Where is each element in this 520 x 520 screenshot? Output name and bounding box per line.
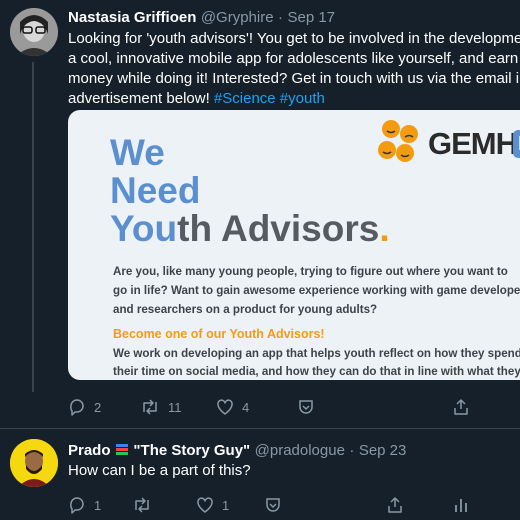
like-count: 4 bbox=[242, 399, 250, 415]
share-icon bbox=[454, 399, 468, 415]
gemh-lab-badge: LA bbox=[513, 130, 520, 158]
display-name[interactable]: Prado bbox=[68, 442, 111, 459]
emoji-faces-logo-icon bbox=[378, 120, 418, 162]
card-body-2: We work on developing an app that helps … bbox=[113, 345, 520, 380]
headline-you: You bbox=[110, 208, 178, 249]
moderate-action[interactable] bbox=[264, 496, 282, 514]
share-action[interactable] bbox=[386, 496, 404, 514]
avatar-portrait-icon bbox=[10, 439, 58, 487]
card-subheading: Become one of our Youth Advisors! bbox=[113, 327, 325, 341]
retweet-action[interactable] bbox=[132, 496, 152, 514]
headline-youth-advisors: Youth Advisors. bbox=[110, 208, 390, 250]
books-emoji-icon bbox=[115, 442, 129, 456]
display-name-suffix[interactable]: "The Story Guy" bbox=[133, 442, 250, 459]
thread-line bbox=[32, 62, 34, 392]
card-body-line: their time on social media, and how they… bbox=[113, 365, 520, 378]
gemh-logo-text: GEMH bbox=[428, 126, 518, 161]
tweet-text: How can I be a part of this? bbox=[68, 462, 251, 479]
tweet-text-fragment: advertisement below! bbox=[68, 90, 210, 107]
reply-icon bbox=[70, 399, 84, 416]
reply-count: 2 bbox=[94, 399, 102, 415]
reply-count: 1 bbox=[94, 497, 102, 513]
handle[interactable]: @pradologue bbox=[255, 442, 345, 459]
retweet-icon bbox=[143, 399, 157, 415]
display-name[interactable]: Nastasia Griffioen bbox=[68, 9, 196, 26]
separator: · bbox=[278, 9, 284, 26]
card-body: Are you, like many young people, trying … bbox=[113, 262, 520, 319]
reply-icon bbox=[70, 497, 84, 514]
like-count: 1 bbox=[222, 497, 230, 513]
share-action[interactable] bbox=[452, 398, 470, 416]
like-action[interactable]: 1 bbox=[196, 496, 229, 514]
tweet-body: Looking for 'youth advisors'! You get to… bbox=[68, 29, 520, 109]
tweet-text-line: a cool, innovative mobile app for adoles… bbox=[68, 50, 519, 67]
headline-rest: th Advisors bbox=[177, 208, 380, 249]
tweet-date[interactable]: Sep 17 bbox=[287, 9, 335, 26]
tweet-divider bbox=[0, 428, 520, 429]
tweet-header: Prado "The Story Guy" @pradologue · Sep … bbox=[68, 442, 406, 460]
avatar-prado[interactable] bbox=[10, 439, 58, 487]
retweet-count: 11 bbox=[168, 399, 182, 415]
tweet-date[interactable]: Sep 23 bbox=[359, 442, 407, 459]
card-body-line: and researchers on a product for young a… bbox=[113, 303, 378, 316]
avatar-nastasia[interactable] bbox=[10, 8, 58, 56]
analytics-action[interactable] bbox=[452, 496, 470, 514]
tweet-text-line: money while doing it! Interested? Get in… bbox=[68, 70, 520, 87]
headline-dot: . bbox=[379, 208, 390, 249]
shield-icon bbox=[266, 498, 280, 512]
reply-action[interactable]: 1 bbox=[68, 496, 101, 514]
avatar-portrait-icon bbox=[10, 8, 58, 56]
handle[interactable]: @Gryphire bbox=[201, 9, 274, 26]
card-body-line: We work on developing an app that helps … bbox=[113, 347, 520, 360]
card-body-line: go in life? Want to gain awesome experie… bbox=[113, 284, 520, 297]
card-body-line: Are you, like many young people, trying … bbox=[113, 265, 508, 278]
tweet-header: Nastasia Griffioen @Gryphire · Sep 17 bbox=[68, 9, 335, 27]
headline-need: Need bbox=[110, 170, 201, 211]
reply-action[interactable]: 2 bbox=[68, 398, 101, 416]
shield-icon bbox=[299, 400, 313, 414]
tweet-text-line: Looking for 'youth advisors'! You get to… bbox=[68, 30, 520, 47]
tweet-text-line: advertisement below! #Science #youth bbox=[68, 89, 520, 109]
retweet-icon bbox=[135, 497, 149, 513]
moderate-action[interactable] bbox=[297, 398, 315, 416]
analytics-icon bbox=[455, 499, 467, 512]
heart-icon bbox=[217, 399, 233, 415]
separator: · bbox=[349, 442, 355, 459]
ad-image-card[interactable]: GEMH LA We Need Youth Advisors. Are you,… bbox=[68, 110, 520, 380]
retweet-action[interactable]: 11 bbox=[140, 398, 182, 416]
headline-we: We bbox=[110, 132, 165, 173]
like-action[interactable]: 4 bbox=[216, 398, 249, 416]
heart-icon bbox=[197, 497, 213, 513]
share-icon bbox=[388, 497, 402, 513]
hashtags-link[interactable]: #Science #youth bbox=[214, 90, 325, 107]
